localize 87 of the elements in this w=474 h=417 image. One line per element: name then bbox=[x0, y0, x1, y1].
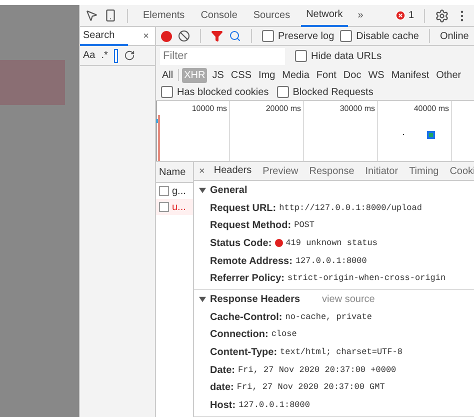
section-title[interactable]: Response Headers bbox=[210, 292, 300, 307]
checkbox[interactable] bbox=[295, 50, 307, 62]
type-filter[interactable]: Font bbox=[314, 68, 338, 82]
type-filter[interactable]: Img bbox=[256, 68, 278, 82]
header-value: close bbox=[271, 328, 297, 342]
device-icon[interactable] bbox=[104, 9, 117, 22]
error-icon bbox=[395, 10, 406, 21]
error-number: 1 bbox=[408, 9, 414, 23]
error-count[interactable]: 1 bbox=[395, 8, 414, 23]
header-name: Remote Address: bbox=[210, 254, 292, 269]
settings-icon[interactable] bbox=[435, 8, 449, 22]
inspect-icon[interactable] bbox=[85, 9, 98, 22]
close-button[interactable]: × bbox=[143, 28, 149, 44]
header-value: 127.0.0.1:8000 bbox=[295, 254, 367, 268]
timeline-tick: 40000 ms bbox=[414, 103, 449, 115]
filter-checkbox[interactable]: Blocked Requests bbox=[276, 84, 374, 100]
request-row[interactable]: u... bbox=[156, 199, 193, 215]
throttling-dropdown[interactable]: Online bbox=[440, 28, 469, 44]
row-checkbox[interactable] bbox=[159, 186, 169, 196]
details-tab[interactable]: Initiator bbox=[363, 162, 400, 180]
section-title[interactable]: General bbox=[210, 182, 248, 198]
header-name: Referrer Policy: bbox=[210, 272, 284, 286]
expand-icon[interactable] bbox=[199, 296, 206, 303]
header-name: Cache-Control: bbox=[210, 310, 282, 325]
type-filter[interactable]: Other bbox=[434, 68, 464, 82]
request-name: u... bbox=[172, 200, 186, 214]
refresh-icon[interactable] bbox=[124, 50, 135, 61]
panel-tab[interactable]: Elements bbox=[138, 4, 190, 26]
details-tab[interactable]: Preview bbox=[260, 162, 300, 180]
timeline-tick: 10000 ms bbox=[192, 103, 227, 115]
row-checkbox[interactable] bbox=[159, 202, 169, 212]
panel-tab[interactable]: Console bbox=[196, 4, 242, 26]
checkbox[interactable] bbox=[340, 30, 352, 42]
details-tab[interactable]: Headers bbox=[212, 162, 254, 180]
clear-icon[interactable] bbox=[178, 30, 190, 42]
header-value: http://127.0.0.1:8000/upload bbox=[279, 202, 422, 215]
checkbox[interactable] bbox=[262, 30, 274, 42]
toolbar-checkbox[interactable]: Disable cache bbox=[340, 28, 419, 44]
toolbar-checkbox[interactable]: Preserve log bbox=[262, 28, 334, 44]
timeline-tick: 30000 ms bbox=[340, 103, 375, 115]
filter-checkbox[interactable]: Has blocked cookies bbox=[161, 84, 269, 100]
type-filter[interactable]: JS bbox=[210, 68, 226, 82]
page-element-highlight bbox=[0, 60, 65, 105]
expand-icon[interactable] bbox=[199, 186, 206, 194]
view-source-link[interactable]: view source bbox=[322, 292, 375, 307]
header-value: Fri, 27 Nov 2020 20:37:00 +0000 bbox=[238, 364, 396, 376]
search-tab[interactable]: Search bbox=[80, 26, 128, 46]
type-filter[interactable]: WS bbox=[366, 68, 386, 82]
search-input[interactable] bbox=[114, 48, 118, 62]
record-button[interactable] bbox=[161, 30, 172, 42]
timeline-tick: 20000 ms bbox=[266, 103, 301, 115]
search-icon[interactable] bbox=[229, 30, 241, 42]
details-tab[interactable]: Timing bbox=[407, 162, 441, 180]
header-value: text/html; charset=UTF-8 bbox=[280, 346, 402, 359]
type-filter[interactable]: Doc bbox=[341, 68, 364, 82]
type-filter[interactable]: CSS bbox=[228, 68, 254, 82]
header-value: 419 unknown status bbox=[286, 237, 378, 250]
header-value: POST bbox=[294, 219, 315, 232]
header-name: Content-Type: bbox=[210, 346, 278, 360]
filter-checkbox[interactable]: Hide data URLs bbox=[295, 48, 382, 64]
type-filter[interactable]: Media bbox=[280, 68, 312, 82]
search-option[interactable]: Aa bbox=[83, 48, 96, 63]
column-header[interactable]: Name bbox=[156, 162, 193, 183]
header-value: no-cache, private bbox=[285, 310, 372, 324]
filter-icon[interactable] bbox=[211, 30, 223, 42]
header-value: strict-origin-when-cross-origin bbox=[287, 272, 446, 286]
close-button[interactable]: × bbox=[199, 164, 205, 179]
search-option[interactable]: .* bbox=[101, 48, 108, 63]
checkbox[interactable] bbox=[161, 86, 173, 98]
header-name: Connection: bbox=[210, 328, 268, 342]
details-tab[interactable]: Response bbox=[307, 162, 356, 180]
type-filter[interactable]: Manifest bbox=[389, 68, 432, 82]
header-name: Status Code: bbox=[210, 236, 272, 251]
header-name: Request Method: bbox=[210, 219, 292, 234]
header-name: Request URL: bbox=[210, 202, 276, 216]
panel-tab[interactable]: Sources bbox=[248, 4, 296, 26]
checkbox[interactable] bbox=[276, 86, 289, 98]
type-filter[interactable]: All bbox=[160, 68, 176, 82]
request-row[interactable]: g... bbox=[156, 183, 193, 199]
more-tabs-button[interactable]: » bbox=[354, 8, 368, 23]
header-value: 127.0.0.1:8000 bbox=[238, 398, 310, 412]
filter-field[interactable]: Filter bbox=[160, 48, 285, 64]
request-name: g... bbox=[172, 184, 186, 198]
header-value: Fri, 27 Nov 2020 20:37:00 GMT bbox=[236, 381, 385, 394]
header-name: Date: bbox=[210, 364, 236, 378]
header-name: date: bbox=[210, 381, 234, 396]
header-name: Host: bbox=[210, 398, 236, 413]
